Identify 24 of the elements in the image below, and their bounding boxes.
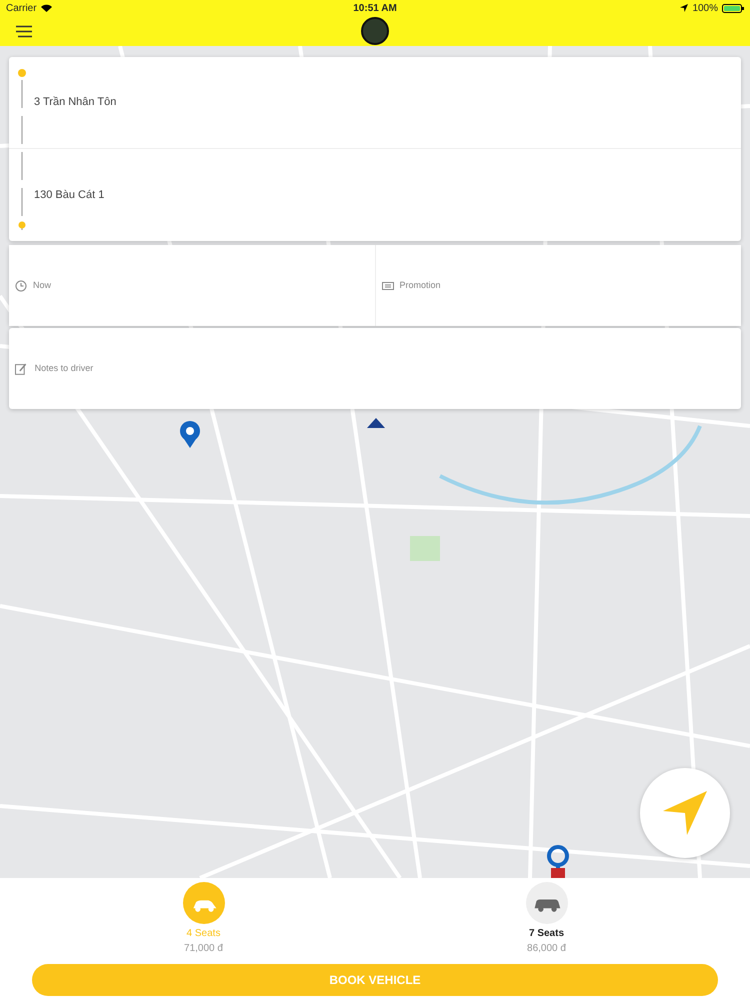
logo-icon [361, 17, 389, 45]
van-icon [526, 882, 568, 924]
direction-marker-icon [367, 418, 385, 428]
battery-icon [722, 4, 744, 12]
map-pin-icon [547, 845, 569, 878]
dropoff-address[interactable]: 130 Bàu Cát 1 [9, 149, 741, 241]
route-line-icon [17, 68, 27, 230]
clock-icon [15, 280, 27, 292]
vehicle-option[interactable]: 7 Seats 86,000 đ [375, 882, 718, 956]
carrier-label: Carrier [6, 2, 37, 16]
menu-icon[interactable] [16, 24, 32, 38]
battery-percent: 100% [692, 2, 718, 16]
vehicle-option[interactable]: 4 Seats 71,000 đ [32, 882, 375, 956]
wifi-icon [40, 4, 52, 12]
location-arrow-icon [680, 4, 688, 12]
edit-note-icon [15, 362, 27, 374]
ticket-icon [382, 280, 394, 292]
time-label: 10:51 AM [353, 2, 397, 16]
option-button[interactable]: Promotion [374, 245, 741, 326]
pickup-address[interactable]: 3 Trần Nhân Tôn [9, 57, 741, 149]
option-button[interactable]: Now [9, 245, 374, 326]
map-pin-icon [180, 421, 200, 448]
car-icon [182, 882, 224, 924]
navigation-arrow-icon [663, 791, 707, 835]
